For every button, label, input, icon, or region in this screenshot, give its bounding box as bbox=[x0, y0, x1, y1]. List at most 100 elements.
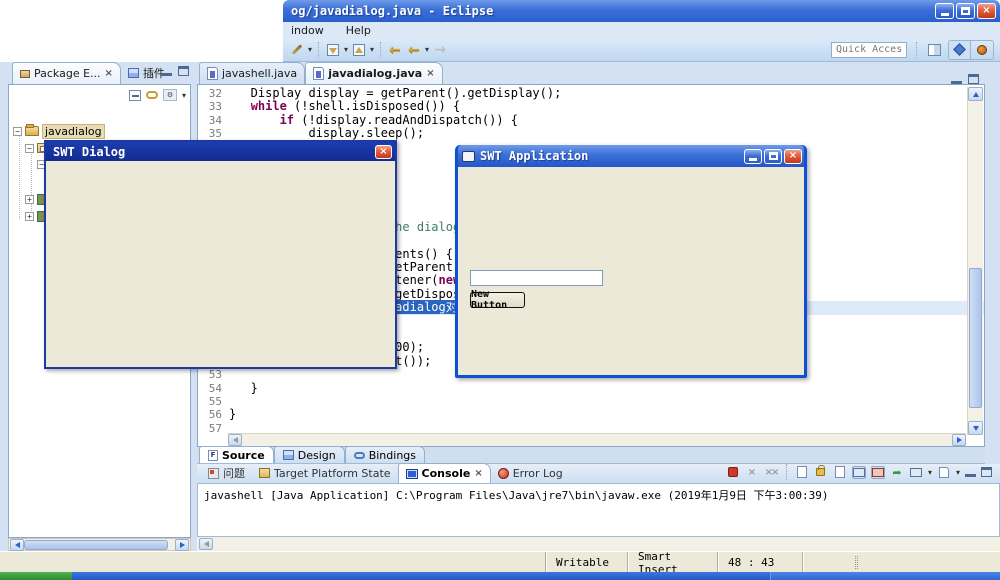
maximize-view-button[interactable] bbox=[178, 66, 189, 76]
close-tab-icon[interactable]: × bbox=[474, 468, 482, 479]
lock-icon bbox=[816, 468, 825, 476]
expand-expander-icon[interactable]: + bbox=[25, 195, 34, 204]
tab-problems[interactable]: 问题 bbox=[201, 463, 252, 483]
tab-javashell[interactable]: javashell.java bbox=[199, 62, 305, 84]
console-output-area[interactable]: javashell [Java Application] C:\Program … bbox=[197, 484, 1000, 537]
swt-app-titlebar[interactable]: SWT Application × bbox=[458, 145, 804, 167]
scroll-down-button[interactable] bbox=[968, 421, 983, 435]
chevron-down-icon[interactable]: ▾ bbox=[425, 45, 429, 54]
editor-hscrollbar[interactable] bbox=[228, 433, 966, 446]
tab-error-log[interactable]: Error Log bbox=[491, 463, 570, 483]
minimize-editor-button[interactable] bbox=[951, 74, 962, 84]
word-wrap-button[interactable] bbox=[833, 466, 847, 479]
scroll-right-button[interactable] bbox=[175, 539, 189, 551]
tab-target-platform[interactable]: Target Platform State bbox=[252, 463, 398, 483]
import-tool-button[interactable] bbox=[325, 42, 341, 58]
show-stdout-toggle[interactable] bbox=[852, 466, 866, 479]
chevron-down-icon[interactable]: ▾ bbox=[344, 45, 348, 54]
collapse-expander-icon[interactable]: − bbox=[13, 127, 22, 136]
menu-window[interactable]: indow bbox=[291, 24, 324, 37]
minimize-button[interactable] bbox=[935, 3, 954, 19]
java-perspective-button[interactable] bbox=[971, 41, 993, 59]
window-title: og/javadialog.java - Eclipse bbox=[283, 4, 935, 18]
swt-app-maximize-button[interactable] bbox=[764, 149, 782, 164]
swt-app-minimize-button[interactable] bbox=[744, 149, 762, 164]
display-console-button[interactable] bbox=[909, 466, 923, 479]
console-hscrollbar[interactable] bbox=[197, 537, 1000, 551]
tab-label: Console bbox=[422, 467, 471, 480]
maximize-editor-button[interactable] bbox=[968, 74, 979, 84]
menu-help[interactable]: Help bbox=[346, 24, 371, 37]
scroll-lock-button[interactable] bbox=[814, 466, 828, 479]
tab-package-explorer[interactable]: Package E... × bbox=[12, 62, 121, 84]
annotate-tool-button[interactable] bbox=[289, 42, 305, 58]
link-with-editor-button[interactable] bbox=[146, 91, 158, 99]
remove-launch-button[interactable]: × bbox=[745, 466, 759, 479]
close-tab-icon[interactable]: × bbox=[426, 68, 434, 79]
swt-dialog-close-button[interactable]: × bbox=[375, 145, 392, 159]
swt-app-new-button[interactable]: New Button bbox=[470, 292, 525, 308]
swt-app-close-button[interactable]: × bbox=[784, 149, 802, 164]
show-stderr-toggle[interactable] bbox=[871, 466, 885, 479]
tab-console[interactable]: Console × bbox=[398, 463, 491, 483]
chevron-down-icon[interactable]: ▾ bbox=[308, 45, 312, 54]
open-console-button[interactable] bbox=[937, 466, 951, 479]
tab-design[interactable]: Design bbox=[274, 446, 345, 463]
scroll-up-button[interactable] bbox=[968, 87, 983, 101]
tree-item-project[interactable]: − javadialog bbox=[13, 123, 105, 139]
eclipse-titlebar[interactable]: og/javadialog.java - Eclipse × bbox=[283, 0, 1000, 22]
console-out-icon bbox=[853, 468, 865, 477]
export-tool-button[interactable] bbox=[351, 42, 367, 58]
swt-application-window[interactable]: SWT Application × New Button bbox=[455, 145, 807, 378]
view-menu-chevron-icon[interactable]: ▾ bbox=[182, 91, 186, 100]
toolbar-separator bbox=[380, 42, 381, 58]
expand-expander-icon[interactable]: + bbox=[25, 212, 34, 221]
package-explorer-toolbar: ⚙ ▾ bbox=[129, 89, 186, 101]
tree-guide-line bbox=[19, 133, 20, 219]
statusbar: Writable Smart Insert 48 : 43 bbox=[0, 551, 1000, 572]
minimize-console-button[interactable] bbox=[965, 467, 976, 477]
close-button[interactable]: × bbox=[977, 3, 996, 19]
scrollbar-thumb[interactable] bbox=[969, 268, 982, 408]
scroll-left-button[interactable] bbox=[10, 539, 24, 551]
terminate-button[interactable] bbox=[726, 466, 740, 479]
chevron-down-icon[interactable]: ▾ bbox=[370, 45, 374, 54]
collapse-all-button[interactable] bbox=[129, 90, 141, 101]
open-console-link-button[interactable]: ➦ bbox=[890, 466, 904, 479]
restore-button[interactable] bbox=[956, 3, 975, 19]
swt-app-text-field[interactable] bbox=[470, 270, 603, 286]
open-perspective-button[interactable] bbox=[926, 42, 942, 58]
tab-bindings[interactable]: Bindings bbox=[345, 446, 425, 463]
collapse-expander-icon[interactable]: − bbox=[25, 144, 34, 153]
debug-perspective-button[interactable] bbox=[949, 41, 971, 59]
error-log-icon bbox=[498, 468, 509, 479]
console-toolbar: × ×× ➦ ▾ ▾ bbox=[726, 464, 1000, 483]
scroll-left-button[interactable] bbox=[199, 538, 213, 550]
scrollbar-thumb[interactable] bbox=[24, 540, 168, 550]
editor-vscrollbar[interactable] bbox=[967, 87, 983, 435]
forward-button[interactable]: → bbox=[432, 42, 448, 58]
swt-dialog-window[interactable]: SWT Dialog × bbox=[44, 140, 397, 369]
back-button[interactable]: ← bbox=[387, 42, 403, 58]
windows-taskbar[interactable] bbox=[0, 572, 1000, 580]
maximize-console-button[interactable] bbox=[981, 467, 992, 477]
minimize-view-button[interactable] bbox=[161, 66, 172, 76]
package-explorer-tabbar: Package E... × 插件 bbox=[8, 62, 191, 84]
scroll-right-button[interactable] bbox=[952, 434, 966, 446]
taskbar-button[interactable] bbox=[770, 572, 1000, 580]
swt-dialog-titlebar[interactable]: SWT Dialog × bbox=[46, 142, 395, 161]
back-history-button[interactable]: ← bbox=[406, 42, 422, 58]
close-tab-icon[interactable]: × bbox=[105, 68, 113, 79]
java-file-icon bbox=[313, 67, 324, 80]
tab-javadialog[interactable]: javadialog.java × bbox=[305, 62, 442, 84]
view-menu-button[interactable]: ⚙ bbox=[163, 89, 177, 101]
chevron-down-icon[interactable]: ▾ bbox=[928, 468, 932, 477]
scroll-left-button[interactable] bbox=[228, 434, 242, 446]
start-button[interactable] bbox=[0, 572, 72, 580]
quick-access-input[interactable] bbox=[831, 42, 907, 58]
remove-all-launches-button[interactable]: ×× bbox=[764, 466, 778, 479]
package-explorer-hscrollbar[interactable] bbox=[8, 538, 191, 551]
clear-console-button[interactable] bbox=[795, 466, 809, 479]
tab-source[interactable]: F Source bbox=[199, 446, 274, 463]
chevron-down-icon[interactable]: ▾ bbox=[956, 468, 960, 477]
